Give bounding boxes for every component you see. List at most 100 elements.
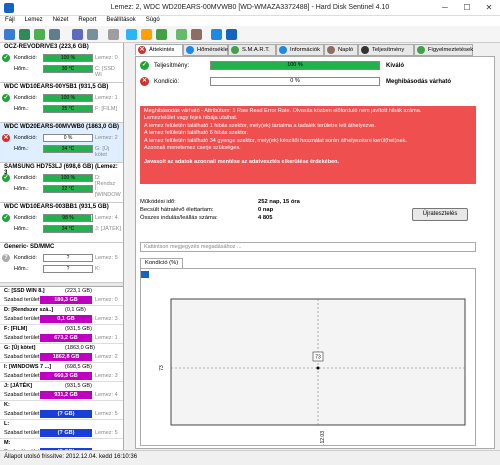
volume-item[interactable]: G: [Új kötet] (1863,0 GB) Szabad terület 18…: [0, 344, 123, 363]
comment-input[interactable]: Kattintson megjegyzés megadásához ...: [140, 242, 476, 252]
close-button[interactable]: ✕: [478, 1, 500, 14]
gauge-icon[interactable]: [176, 29, 187, 40]
volume-disk: Lemez: 3: [95, 373, 118, 379]
starts-value: 4 805: [258, 215, 273, 221]
row-label: Kondíció:: [14, 255, 37, 261]
test-icon[interactable]: [34, 29, 45, 40]
volume-name: G: [Új kötet]: [4, 345, 36, 351]
save-icon[interactable]: [156, 29, 167, 40]
volume-item[interactable]: L: Szabad terület (? GB) Lemez: 5: [0, 420, 123, 439]
chart-save-icon[interactable]: [141, 271, 149, 278]
menu-help[interactable]: Súgó: [141, 16, 165, 24]
disk-item[interactable]: WDC WD10EARS-00Y5B1 (931,5 GB) ✓ Kondíció:…: [0, 83, 123, 123]
disk-item[interactable]: Generic- SD/MMC? Kondíció:? Lemez: 5 Hőm.:?…: [0, 243, 123, 283]
remaining-value: 0 nap: [258, 207, 274, 213]
row-bar: 24 °C: [43, 145, 93, 153]
row-label: Kondíció:: [14, 175, 37, 181]
tab-label: S.M.A.R.T.: [242, 47, 270, 53]
row-value: 30 °C: [61, 66, 75, 72]
volume-disk: Lemez: 4: [95, 392, 118, 398]
tab-alerts[interactable]: Figyelmeztetések: [414, 44, 473, 56]
menu-disk[interactable]: Lemez: [20, 16, 48, 24]
disk-item[interactable]: WDC WD10EARS-003BB1 (931,5 GB) ✓ Kondíció:…: [0, 203, 123, 243]
volume-name: D: [Rendszer szá..]: [4, 307, 54, 313]
tab-log[interactable]: Napló: [324, 44, 358, 56]
minimize-button[interactable]: ─: [434, 1, 456, 14]
tab-performance[interactable]: Teljesítmény: [358, 44, 414, 56]
tools-icon[interactable]: [191, 29, 202, 40]
maximize-button[interactable]: ☐: [456, 1, 478, 14]
free-space-value: 0,1 GB: [57, 316, 75, 322]
tab-information[interactable]: Információk: [276, 44, 324, 56]
warning-line: [144, 152, 472, 159]
temperature-row: Hőm.: 25 °C F: [FILM]: [2, 105, 122, 114]
condition-row: ✕ Kondíció: 0 % Lemez: 2: [2, 134, 122, 143]
surface-test-icon[interactable]: [49, 29, 60, 40]
free-space-bar: 673,2 GB: [40, 334, 92, 342]
alert-icon[interactable]: [141, 29, 152, 40]
menu-file[interactable]: Fájl: [0, 16, 20, 24]
free-space-label: Szabad terület: [4, 392, 40, 398]
chart-svg: 73 73 2012.12.03: [159, 298, 466, 456]
menu-settings[interactable]: Beállítások: [101, 16, 140, 24]
refresh-icon[interactable]: [4, 29, 15, 40]
uptime-row: Működési idő: 252 nap, 15 óra: [140, 199, 300, 205]
volume-item[interactable]: J: [JÁTÉK] (931,5 GB) Szabad terület 931,2 …: [0, 382, 123, 401]
tab-label: Napló: [338, 47, 354, 53]
details-panel: ✕ Áttekintés Hőmérséklet S.M.A.R.T. Informác…: [125, 43, 500, 456]
volume-disk: Lemez: 1: [95, 335, 118, 341]
tab-overview[interactable]: ✕ Áttekintés: [135, 44, 183, 56]
volume-item[interactable]: M:Szabad terület(? GB): [0, 439, 123, 450]
plot-area: [170, 298, 466, 426]
volume-item[interactable]: I: [WINDOWS 7 ...] (698,5 GB) Szabad terül…: [0, 363, 123, 382]
warning-line: Azonnali menetemez cserje szükséges.: [144, 145, 241, 152]
tab-label: Információk: [290, 47, 320, 53]
help-icon[interactable]: [211, 29, 222, 40]
volume-disk: Lemez: 2: [95, 354, 118, 360]
tab-icon: [186, 46, 194, 54]
free-space-bar: 0,1 GB: [40, 315, 92, 323]
overview-panel: ✓ Teljesítmény: 100 % Kiváló ✕ Kondíció:…: [135, 56, 495, 456]
condition-row: ✓ Kondíció: 100 % Lemez: 0: [2, 54, 122, 63]
row-extra: J: [JÁTÉK]: [95, 226, 121, 232]
report-icon[interactable]: [72, 29, 83, 40]
menu-view[interactable]: Nézet: [48, 16, 74, 24]
disk-item[interactable]: SAMSUNG HD753LJ (698,6 GB) (Lemez: 3 ✓ Kon…: [0, 163, 123, 203]
tab-temperature[interactable]: Hőmérséklet: [183, 44, 230, 56]
condition-row: ✓ Kondíció: 100 % Lemez: 1: [2, 94, 122, 103]
row-bar: 98 %: [43, 214, 93, 222]
print-icon[interactable]: [87, 29, 98, 40]
condition-value: 0 %: [290, 78, 300, 84]
row-label: Hőm.:: [14, 226, 29, 232]
info-icon[interactable]: [226, 29, 237, 40]
disk-item[interactable]: WDC WD20EARS-00MVWB0 (1863,0 GB) ✕ Kondíci…: [0, 123, 123, 163]
temperature-row: Hőm.: 22 °C I: [WINDOW: [2, 185, 122, 198]
row-bar: 22 °C: [43, 185, 93, 193]
tab-condition-chart[interactable]: Kondíció (%): [140, 258, 184, 268]
menu-report[interactable]: Report: [73, 16, 101, 24]
remaining-label: Becsült hátralévő élettartam:: [140, 207, 214, 213]
row-label: Kondíció:: [14, 135, 37, 141]
volume-item[interactable]: C: [SSD WIN 8.] (223,1 GB) Szabad terület 1…: [0, 287, 123, 306]
status-bar: Állapot utolsó frissítve: 2012.12.04. ke…: [0, 450, 500, 465]
row-label: Hőm.:: [14, 106, 29, 112]
disk-icon[interactable]: [19, 29, 30, 40]
remaining-row: Becsült hátralévő élettartam: 0 nap: [140, 207, 273, 213]
data-label: 73: [315, 355, 321, 361]
volume-disk: Lemez: 5: [95, 411, 118, 417]
row-value: 24 °C: [61, 226, 75, 232]
free-space-label: Szabad terület: [4, 335, 40, 341]
volume-disk: Lemez: 0: [95, 297, 118, 303]
disk-name: WDC WD10EARS-00Y5B1 (931,5 GB): [4, 84, 109, 90]
warning-line: A lemez felületén található 6 hibás szek…: [144, 130, 248, 137]
volume-item[interactable]: K: Szabad terület (? GB) Lemez: 5: [0, 401, 123, 420]
network-icon[interactable]: [126, 29, 137, 40]
question-icon: ?: [2, 254, 10, 262]
row-value: 24 °C: [61, 146, 75, 152]
options-icon[interactable]: [108, 29, 119, 40]
volume-item[interactable]: F: [FILM] (931,5 GB) Szabad terület 673,2 G…: [0, 325, 123, 344]
volume-item[interactable]: D: [Rendszer szá..] (0,1 GB) Szabad terüle…: [0, 306, 123, 325]
tab-smart[interactable]: S.M.A.R.T.: [228, 44, 276, 56]
retest-button[interactable]: Újratesztelés: [412, 208, 468, 221]
disk-item[interactable]: OCZ-REVODRIVE3 (223,6 GB) ✓ Kondíció: 100 %…: [0, 43, 123, 83]
